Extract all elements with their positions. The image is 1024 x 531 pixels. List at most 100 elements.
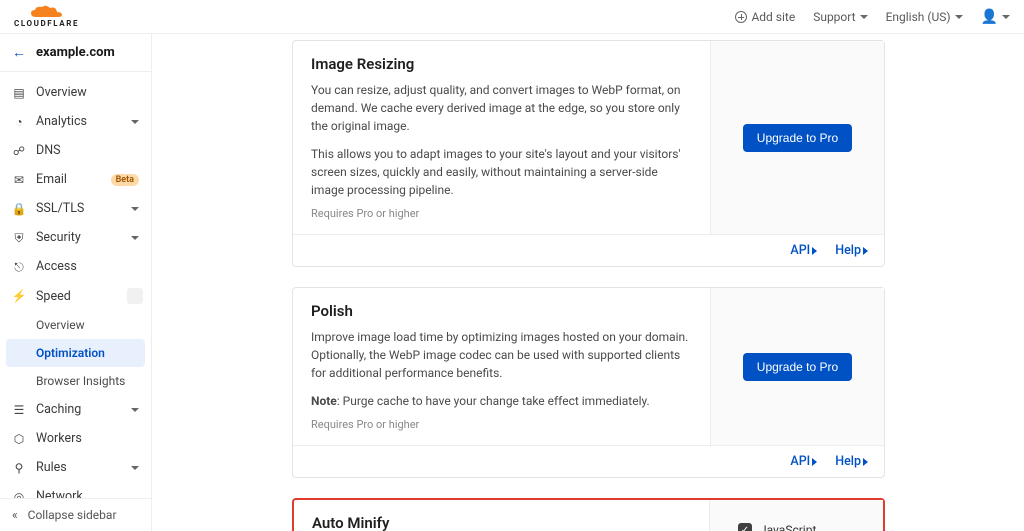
help-link[interactable]: Help: [835, 454, 868, 469]
nav-dns[interactable]: ☍ DNS: [0, 136, 151, 165]
nav-label: Rules: [36, 460, 121, 475]
analytics-icon: ◔: [12, 116, 26, 128]
nav-rules[interactable]: ⚲ Rules: [0, 453, 151, 482]
api-link[interactable]: API: [790, 454, 817, 469]
caching-icon: ☰: [12, 404, 26, 416]
chevron-down-icon: [860, 15, 868, 19]
note-text: : Purge cache to have your change take e…: [337, 394, 650, 408]
back-arrow-icon[interactable]: ←: [12, 44, 26, 61]
nav-email[interactable]: ✉ Email Beta: [0, 165, 151, 194]
nav-label: SSL/TLS: [36, 201, 121, 216]
api-link[interactable]: API: [790, 243, 817, 258]
minify-js-option[interactable]: ✓ JavaScript: [722, 523, 816, 531]
chevron-down-icon: [131, 207, 139, 211]
nav-label: Optimization: [36, 346, 133, 360]
nav-speed-browser-insights[interactable]: Browser Insights: [0, 367, 151, 395]
language-menu[interactable]: English (US): [886, 10, 963, 24]
card-note: Note: Purge cache to have your change ta…: [311, 392, 692, 410]
card-text: You can resize, adjust quality, and conv…: [311, 81, 692, 135]
collapse-handle[interactable]: [127, 288, 143, 304]
chevron-down-icon: [131, 466, 139, 470]
home-icon: ▤: [12, 87, 26, 99]
nav-label: Overview: [36, 85, 139, 100]
topbar: CLOUDFLARE Add site Support English (US)…: [0, 0, 1024, 34]
topbar-right: Add site Support English (US) 👤: [735, 9, 1010, 25]
nav-security[interactable]: ⛨ Security: [0, 223, 151, 252]
chevron-down-icon: [1002, 15, 1010, 19]
caret-right-icon: [812, 247, 817, 255]
brand-text: CLOUDFLARE: [14, 20, 79, 28]
nav-access[interactable]: ⎋ Access: [0, 252, 151, 281]
sidebar-nav: ▤ Overview ◔ Analytics ☍ DNS ✉ Email Bet…: [0, 72, 151, 498]
site-name: example.com: [36, 45, 115, 60]
support-menu[interactable]: Support: [813, 10, 867, 24]
chevron-down-icon: [131, 408, 139, 412]
chevron-down-icon: [131, 236, 139, 240]
nav-label: Access: [36, 259, 139, 274]
nav-speed-overview[interactable]: Overview: [0, 311, 151, 339]
language-label: English (US): [886, 10, 951, 24]
card-action-panel: Upgrade to Pro: [710, 288, 884, 445]
nav-overview[interactable]: ▤ Overview: [0, 78, 151, 107]
lock-icon: 🔒: [12, 203, 26, 215]
support-label: Support: [813, 10, 855, 24]
plan-requirement: Requires Pro or higher: [311, 418, 692, 431]
api-label: API: [790, 243, 810, 258]
option-label: JavaScript: [760, 523, 816, 531]
sidebar: ← example.com ▤ Overview ◔ Analytics ☍ D…: [0, 34, 152, 531]
card-text: This allows you to adapt images to your …: [311, 145, 692, 199]
nav-label: Analytics: [36, 114, 121, 129]
cloud-icon: [30, 5, 64, 19]
nav-label: Email: [36, 172, 97, 187]
api-label: API: [790, 454, 810, 469]
email-icon: ✉: [12, 174, 26, 186]
card-title: Auto Minify: [312, 514, 691, 531]
workers-icon: ⬡: [12, 433, 26, 445]
collapse-label: Collapse sidebar: [28, 508, 117, 522]
checkbox-checked-icon[interactable]: ✓: [738, 523, 752, 531]
nav-workers[interactable]: ⬡ Workers: [0, 424, 151, 453]
site-selector[interactable]: ← example.com: [0, 34, 151, 72]
nav-speed-optimization[interactable]: Optimization: [6, 339, 145, 367]
brand-logo[interactable]: CLOUDFLARE: [14, 5, 79, 28]
nav-label: Security: [36, 230, 121, 245]
network-icon: ◎: [12, 491, 26, 499]
upgrade-button[interactable]: Upgrade to Pro: [743, 353, 852, 381]
add-site-link[interactable]: Add site: [735, 10, 795, 24]
user-icon: 👤: [981, 9, 998, 25]
nav-network[interactable]: ◎ Network: [0, 482, 151, 498]
help-label: Help: [835, 243, 861, 258]
main-content: Image Resizing You can resize, adjust qu…: [152, 34, 1024, 531]
collapse-sidebar[interactable]: « Collapse sidebar: [0, 498, 151, 531]
nav-label: Caching: [36, 402, 121, 417]
nav-label: Workers: [36, 431, 139, 446]
upgrade-button[interactable]: Upgrade to Pro: [743, 124, 852, 152]
nav-caching[interactable]: ☰ Caching: [0, 395, 151, 424]
card-footer: API Help: [293, 234, 884, 266]
rules-icon: ⚲: [12, 462, 26, 474]
nav-analytics[interactable]: ◔ Analytics: [0, 107, 151, 136]
nav-label: Network: [36, 489, 139, 498]
caret-right-icon: [812, 458, 817, 466]
add-site-label: Add site: [751, 10, 795, 24]
nav-label: Overview: [36, 318, 139, 332]
card-polish: Polish Improve image load time by optimi…: [292, 287, 885, 478]
card-text: Improve image load time by optimizing im…: [311, 328, 692, 382]
card-auto-minify: Auto Minify Reduce the file size of sour…: [292, 498, 885, 531]
caret-right-icon: [863, 247, 868, 255]
plan-requirement: Requires Pro or higher: [311, 207, 692, 220]
nav-label: Speed: [36, 289, 117, 304]
access-icon: ⎋: [12, 261, 26, 273]
card-image-resizing: Image Resizing You can resize, adjust qu…: [292, 40, 885, 267]
dns-icon: ☍: [12, 145, 26, 157]
beta-badge: Beta: [111, 174, 139, 186]
nav-label: Browser Insights: [36, 374, 139, 388]
chevron-down-icon: [131, 120, 139, 124]
card-action-panel: Upgrade to Pro: [710, 41, 884, 234]
account-menu[interactable]: 👤: [981, 9, 1010, 25]
caret-right-icon: [863, 458, 868, 466]
help-link[interactable]: Help: [835, 243, 868, 258]
card-footer: API Help: [293, 445, 884, 477]
nav-ssl-tls[interactable]: 🔒 SSL/TLS: [0, 194, 151, 223]
nav-speed[interactable]: ⚡ Speed: [0, 281, 151, 311]
